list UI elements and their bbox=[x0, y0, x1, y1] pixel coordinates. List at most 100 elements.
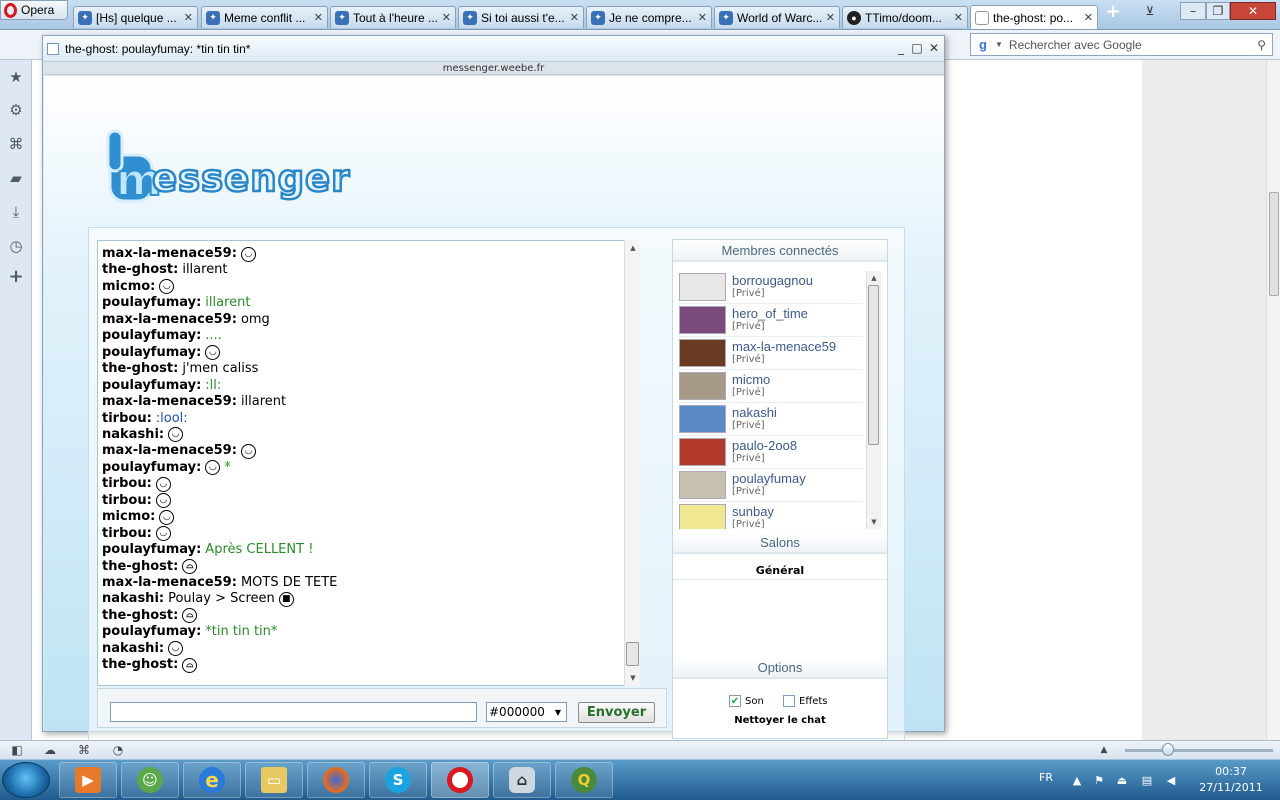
chat-nick[interactable]: poulayfumay: bbox=[102, 295, 201, 311]
avatar[interactable] bbox=[679, 306, 726, 334]
network-icon[interactable]: ▤ bbox=[1140, 773, 1154, 787]
turbo-icon[interactable]: ◔ bbox=[110, 742, 126, 757]
clear-chat-link[interactable]: Nettoyer le chat bbox=[673, 715, 887, 726]
close-icon[interactable]: ✕ bbox=[954, 11, 963, 24]
chat-nick[interactable]: micmo: bbox=[102, 279, 155, 295]
opera-menu-button[interactable]: Opera bbox=[0, 0, 68, 20]
tray-expand-icon[interactable]: ▲ bbox=[1070, 773, 1084, 787]
clock[interactable]: 00:37 27/11/2011 bbox=[1196, 764, 1266, 796]
chat-nick[interactable]: max-la-menace59: bbox=[102, 575, 237, 591]
chat-nick[interactable]: tirbou: bbox=[102, 476, 152, 492]
salon-item[interactable]: Général bbox=[673, 562, 887, 580]
taskbar-opera[interactable] bbox=[431, 762, 489, 798]
chat-nick[interactable]: the-ghost: bbox=[102, 559, 178, 575]
chat-nick[interactable]: poulayfumay: bbox=[102, 460, 201, 476]
start-button[interactable] bbox=[2, 762, 50, 798]
taskbar-game-controller[interactable]: ⌂ bbox=[493, 762, 551, 798]
private-link[interactable]: [Privé] bbox=[732, 387, 770, 399]
zoom-out-icon[interactable]: ▲ bbox=[1096, 742, 1112, 757]
private-link[interactable]: [Privé] bbox=[732, 288, 813, 300]
close-icon[interactable]: ✕ bbox=[698, 11, 707, 24]
maximize-icon[interactable]: □ bbox=[909, 40, 925, 56]
son-option[interactable]: ✔ Son bbox=[729, 695, 764, 707]
chat-nick[interactable]: max-la-menace59: bbox=[102, 246, 237, 262]
browser-tab[interactable]: ✦ [Hs] quelque ... ✕ bbox=[73, 6, 198, 28]
member-item[interactable]: paulo-2oo8 [Privé] bbox=[679, 436, 863, 469]
page-scroll-thumb[interactable] bbox=[1269, 192, 1279, 296]
scroll-up-icon[interactable]: ▲ bbox=[867, 271, 881, 285]
zoom-slider[interactable] bbox=[1125, 749, 1273, 752]
close-icon[interactable]: ✕ bbox=[184, 11, 193, 24]
member-name[interactable]: borrougagnou bbox=[732, 273, 813, 288]
chat-nick[interactable]: max-la-menace59: bbox=[102, 394, 237, 410]
taskbar-contacts[interactable]: ☺ bbox=[121, 762, 179, 798]
gear-icon[interactable]: ⚙ bbox=[7, 101, 25, 119]
panel-toggle-icon[interactable]: ◧ bbox=[9, 742, 25, 757]
chat-scroll-thumb[interactable] bbox=[626, 642, 639, 666]
taskbar-explorer[interactable]: ▭ bbox=[245, 762, 303, 798]
member-item[interactable]: sunbay [Privé] bbox=[679, 502, 863, 529]
members-scroll-thumb[interactable] bbox=[868, 285, 879, 445]
chat-nick[interactable]: tirbou: bbox=[102, 526, 152, 542]
chat-nick[interactable]: the-ghost: bbox=[102, 361, 178, 377]
taskbar-internet-explorer[interactable]: e bbox=[183, 762, 241, 798]
browser-tab[interactable]: ✦ Meme conflit ... ✕ bbox=[201, 6, 328, 28]
chat-nick[interactable]: tirbou: bbox=[102, 411, 152, 427]
unite-icon[interactable]: ⌘ bbox=[7, 135, 25, 153]
bookmarks-icon[interactable]: ★ bbox=[7, 68, 25, 86]
browser-tab[interactable]: ✦ Je ne compre... ✕ bbox=[586, 6, 712, 28]
chat-nick[interactable]: micmo: bbox=[102, 509, 155, 525]
member-item[interactable]: borrougagnou [Privé] bbox=[679, 271, 863, 304]
maximize-button[interactable]: ❐ bbox=[1206, 2, 1230, 20]
private-link[interactable]: [Privé] bbox=[732, 519, 774, 529]
member-item[interactable]: nakashi [Privé] bbox=[679, 403, 863, 436]
page-scrollbar[interactable] bbox=[1266, 60, 1280, 740]
avatar[interactable] bbox=[679, 405, 726, 433]
flag-icon[interactable]: ⚑ bbox=[1092, 773, 1106, 787]
close-icon[interactable]: ✕ bbox=[926, 40, 942, 56]
chat-nick[interactable]: the-ghost: bbox=[102, 608, 178, 624]
scroll-up-icon[interactable]: ▲ bbox=[625, 240, 641, 256]
member-name[interactable]: micmo bbox=[732, 372, 770, 387]
close-icon[interactable]: ✕ bbox=[442, 11, 451, 24]
search-icon[interactable]: ⚲ bbox=[1257, 38, 1266, 52]
browser-tab[interactable]: ✦ Tout à l'heure ... ✕ bbox=[330, 6, 456, 28]
cloud-icon[interactable]: ☁ bbox=[42, 742, 58, 757]
taskbar-firefox[interactable] bbox=[307, 762, 365, 798]
avatar[interactable] bbox=[679, 273, 726, 301]
taskbar-skype[interactable]: S bbox=[369, 762, 427, 798]
member-item[interactable]: micmo [Privé] bbox=[679, 370, 863, 403]
notes-icon[interactable]: ▰ bbox=[7, 169, 25, 187]
chat-nick[interactable]: poulayfumay: bbox=[102, 542, 201, 558]
avatar[interactable] bbox=[679, 372, 726, 400]
browser-tab[interactable]: ✦ World of Warc... ✕ bbox=[714, 6, 840, 28]
send-button[interactable]: Envoyer bbox=[578, 702, 655, 723]
chevron-down-icon[interactable]: ▼ bbox=[995, 40, 1003, 49]
taskbar-media-player[interactable]: ▶ bbox=[59, 762, 117, 798]
scroll-down-icon[interactable]: ▼ bbox=[625, 670, 641, 686]
member-name[interactable]: poulayfumay bbox=[732, 471, 806, 486]
tab-list-icon[interactable]: ⊻ bbox=[1140, 2, 1160, 20]
history-icon[interactable]: ◷ bbox=[7, 237, 25, 255]
color-select[interactable]: #000000 ▼ bbox=[486, 702, 567, 722]
private-link[interactable]: [Privé] bbox=[732, 486, 806, 498]
effets-checkbox[interactable] bbox=[783, 695, 795, 707]
minimize-button[interactable]: – bbox=[1180, 2, 1206, 20]
chat-nick[interactable]: nakashi: bbox=[102, 591, 164, 607]
chat-nick[interactable]: poulayfumay: bbox=[102, 345, 201, 361]
close-icon[interactable]: ✕ bbox=[826, 11, 835, 24]
member-name[interactable]: sunbay bbox=[732, 504, 774, 519]
avatar[interactable] bbox=[679, 471, 726, 499]
new-tab-button[interactable]: + bbox=[1102, 1, 1124, 22]
usb-icon[interactable]: ⏏ bbox=[1115, 773, 1129, 787]
close-icon[interactable]: ✕ bbox=[1084, 11, 1093, 24]
downloads-icon[interactable]: ⤓ bbox=[7, 203, 25, 221]
private-link[interactable]: [Privé] bbox=[732, 321, 808, 333]
avatar[interactable] bbox=[679, 339, 726, 367]
son-checkbox[interactable]: ✔ bbox=[729, 695, 741, 707]
minimize-icon[interactable]: _ bbox=[893, 40, 909, 56]
message-input[interactable] bbox=[110, 702, 477, 722]
members-scrollbar[interactable]: ▲ ▼ bbox=[866, 271, 881, 529]
member-item[interactable]: max-la-menace59 [Privé] bbox=[679, 337, 863, 370]
chevron-down-icon[interactable]: ▼ bbox=[550, 703, 566, 721]
